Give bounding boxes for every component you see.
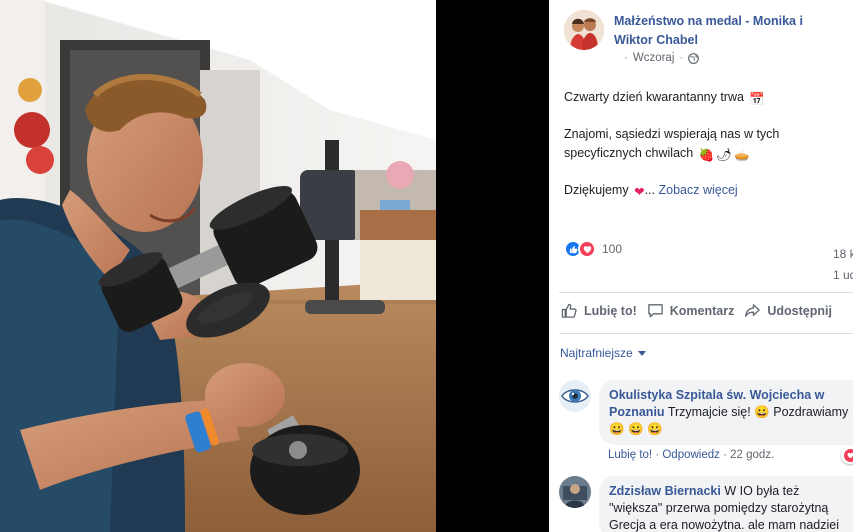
post-meta: · Wczoraj ·: [624, 52, 700, 64]
comments-count[interactable]: 18 kome: [789, 244, 853, 265]
globe-icon[interactable]: [688, 52, 700, 64]
page-name-line-2[interactable]: Wiktor Chabel: [614, 31, 853, 50]
engagement-counts: 18 kome 1 udostę: [789, 244, 853, 286]
post-timestamp[interactable]: Wczoraj: [633, 52, 675, 64]
post-panel: Małżeństwo na medal - Monika i Wiktor Ch…: [549, 0, 853, 532]
see-more-link[interactable]: Zobacz więcej: [658, 183, 737, 197]
reaction-count[interactable]: 100: [602, 242, 622, 256]
comment-icon: [647, 304, 663, 318]
share-button[interactable]: Udostępnij: [744, 302, 832, 319]
comment-line-2: Poznaniu Trzymajcie się! 😀 Pozdrawiamy: [609, 404, 853, 421]
like-button[interactable]: Lubię to!: [561, 302, 637, 319]
ellipsis: ...: [644, 183, 655, 197]
love-reaction-icon: [578, 240, 596, 258]
comment-bubble: Okulistyka Szpitala św. Wojciecha w Pozn…: [599, 380, 853, 445]
like-button-label: Lubię to!: [584, 303, 637, 318]
comment-author-link-cont[interactable]: Poznaniu: [609, 405, 665, 419]
strawberry-emoji-icon: 🍓: [698, 148, 715, 162]
share-button-label: Udostępnij: [767, 303, 832, 318]
commenter-avatar[interactable]: [559, 380, 591, 412]
post-paragraph-2: Znajomi, sąsiedzi wspierają nas w tych s…: [564, 125, 853, 165]
post-text-line-1: Czwarty dzień kwarantanny trwa: [564, 90, 744, 104]
comment-author-link[interactable]: Zdzisław Biernacki: [609, 484, 721, 498]
divider-top: [559, 292, 853, 293]
page-name-link[interactable]: Małżeństwo na medal - Monika i Wiktor Ch…: [614, 12, 853, 50]
comment-reply-link[interactable]: Odpowiedz: [662, 449, 720, 461]
avatar-couple-image: [564, 10, 604, 50]
page-avatar[interactable]: [564, 10, 604, 50]
post-text-line-3: specyficznych chwilach: [564, 146, 694, 160]
comment-like-link[interactable]: Lubię to!: [608, 449, 652, 461]
comment-text-line-3: Grecja a era nowożytna. ale mam nadziei: [609, 518, 839, 532]
comment-bubble: Zdzisław Biernacki W IO była też "większ…: [599, 476, 853, 532]
smile-emoji-icon: 😀: [754, 405, 770, 419]
love-badge-icon: [843, 448, 853, 462]
meta-separator: ·: [624, 52, 628, 64]
comment-time[interactable]: 22 godz.: [730, 449, 774, 461]
page-name-line-1[interactable]: Małżeństwo na medal - Monika i: [614, 12, 853, 31]
pie-emoji-icon: 🥧: [734, 148, 750, 162]
post-actions: Lubię to! Komentarz Udostępnij: [561, 302, 853, 319]
comment-text: Trzymajcie się!: [667, 405, 751, 419]
post-text-line-4: Dziękujemy: [564, 183, 629, 197]
comment-actions: Lubię to! · Odpowiedz · 22 godz.: [608, 449, 775, 461]
comment-emoji-line: 😀 😀 😀: [609, 422, 663, 436]
comment-text-line-2: "większa" przerwa pomiędzy starożytną: [609, 501, 829, 515]
comment-line-1: Okulistyka Szpitala św. Wojciecha w: [609, 387, 853, 404]
commenter-avatar[interactable]: [559, 476, 591, 508]
comment-sort-label: Najtrafniejsze: [560, 346, 633, 360]
divider-bottom: [559, 333, 853, 334]
post-paragraph-1: Czwarty dzień kwarantanny trwa 📅: [564, 88, 853, 109]
post-message: Czwarty dzień kwarantanny trwa 📅 Znajomi…: [564, 88, 853, 218]
caret-down-icon: [637, 350, 646, 356]
comment-text-rest: Pozdrawiamy: [773, 405, 849, 419]
comment-line-1: Zdzisław Biernacki W IO była też: [609, 483, 853, 500]
photo-divider: [436, 0, 549, 532]
photo-man-lifting-dumbbells: [0, 0, 436, 532]
comment-love-reaction[interactable]: [841, 446, 853, 464]
share-icon: [745, 304, 761, 317]
meta-separator-2: ·: [679, 52, 684, 64]
eye-logo-icon: [559, 380, 591, 412]
thumbs-up-icon: [561, 303, 577, 318]
post-paragraph-3: Dziękujemy ❤... Zobacz więcej: [564, 181, 853, 202]
comment-text-line-1: W IO była też: [724, 484, 800, 498]
comment-sort-dropdown[interactable]: Najtrafniejsze: [560, 346, 646, 360]
shares-count[interactable]: 1 udostę: [789, 265, 853, 286]
reactions-summary[interactable]: 100: [564, 240, 622, 258]
post-photo[interactable]: [0, 0, 436, 532]
pepper-emoji-icon: 🌶: [716, 148, 733, 162]
post-header: Małżeństwo na medal - Monika i Wiktor Ch…: [564, 10, 853, 70]
comment-button[interactable]: Komentarz: [647, 302, 735, 319]
post-text-line-2: Znajomi, sąsiedzi wspierają nas w tych: [564, 127, 780, 141]
avatar-photo-icon: [559, 476, 591, 508]
calendar-emoji-icon: 📅: [749, 92, 765, 106]
comment-button-label: Komentarz: [669, 303, 735, 318]
heart-emoji-icon: ❤: [634, 185, 645, 199]
comment-author-link[interactable]: Okulistyka Szpitala św. Wojciecha w: [609, 388, 824, 402]
